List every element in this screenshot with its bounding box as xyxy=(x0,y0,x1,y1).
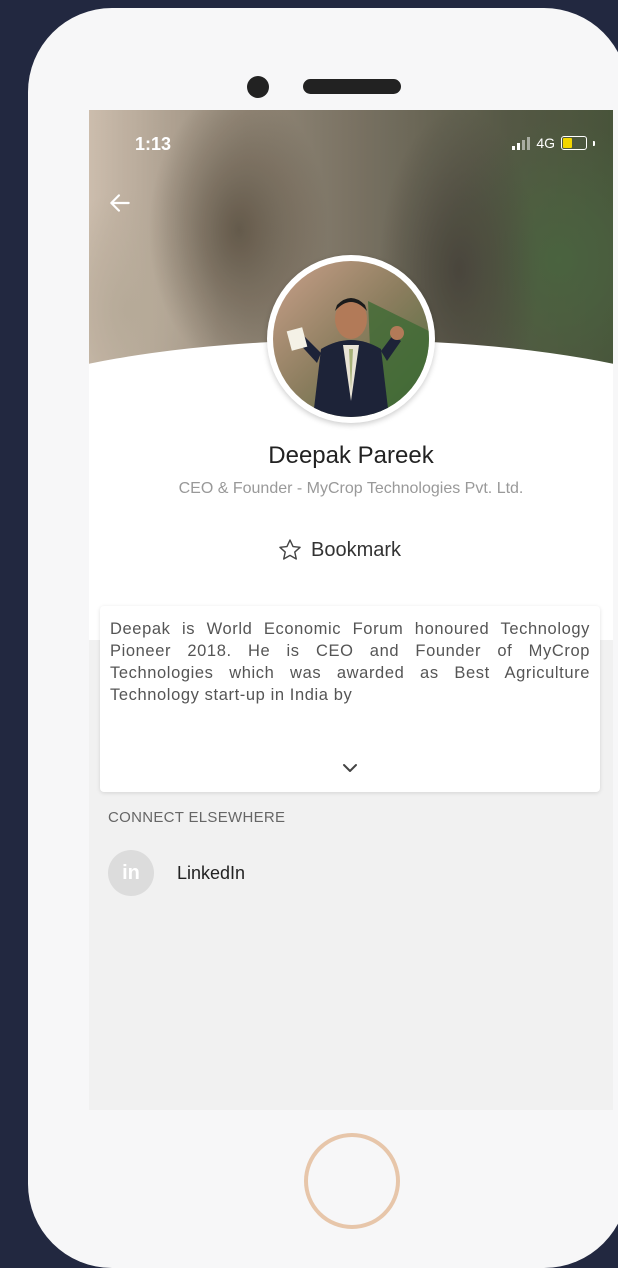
network-type: 4G xyxy=(536,135,555,151)
front-camera xyxy=(247,76,269,98)
bio-card: Deepak is World Economic Forum honoured … xyxy=(100,606,600,792)
connect-elsewhere-heading: CONNECT ELSEWHERE xyxy=(108,809,286,826)
signal-icon xyxy=(512,136,531,150)
chevron-down-icon[interactable] xyxy=(338,758,362,778)
linkedin-label: LinkedIn xyxy=(177,862,246,883)
bio-text: Deepak is World Economic Forum honoured … xyxy=(110,620,590,704)
star-icon xyxy=(279,539,301,560)
linkedin-icon: in xyxy=(108,850,154,896)
status-time: 1:13 xyxy=(135,134,172,154)
phone-frame: 1:13 4G Deepak Pareek CEO & Founder - My… xyxy=(28,8,618,1268)
bookmark-button[interactable]: Bookmark xyxy=(277,535,401,565)
profile-title: CEO & Founder - MyCrop Technologies Pvt.… xyxy=(178,480,524,497)
avatar xyxy=(267,255,435,423)
earpiece-speaker xyxy=(303,79,401,94)
back-arrow-icon[interactable] xyxy=(107,190,133,216)
battery-tip xyxy=(593,140,595,146)
home-button[interactable] xyxy=(304,1133,400,1229)
bookmark-label: Bookmark xyxy=(311,538,402,561)
linkedin-link[interactable]: in LinkedIn xyxy=(108,850,588,896)
avatar-photo xyxy=(273,261,429,417)
app-screen: 1:13 4G Deepak Pareek CEO & Founder - My… xyxy=(89,110,613,1110)
battery-icon xyxy=(561,136,587,150)
status-indicators: 4G xyxy=(512,135,595,151)
profile-name: Deepak Pareek xyxy=(268,442,434,469)
